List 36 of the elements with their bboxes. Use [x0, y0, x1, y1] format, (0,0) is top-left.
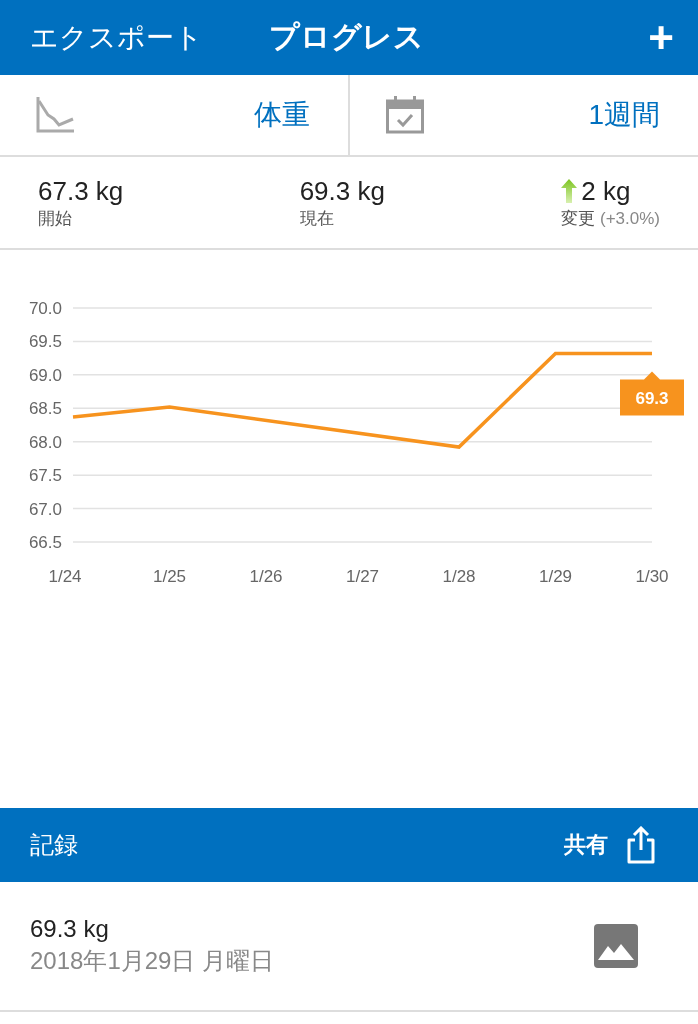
axis-label: 1/24 — [48, 567, 82, 586]
share-icon — [626, 826, 656, 864]
axis-label: 1/29 — [538, 567, 573, 586]
record-value: 69.3 kg — [30, 915, 110, 943]
stat-label: 開始 — [38, 207, 73, 230]
axis-label: 1/28 — [442, 567, 476, 586]
value-tooltip: 69.3 — [620, 371, 684, 416]
stat-value: 2 kg — [581, 175, 631, 207]
axis-label: 1/25 — [152, 567, 187, 586]
axis-label: 67.0 — [28, 499, 62, 519]
axis-label: 1/26 — [249, 567, 283, 586]
trend-chart-icon — [36, 97, 74, 133]
export-button[interactable]: エクスポート — [30, 18, 203, 57]
axis-label: 69.5 — [28, 332, 62, 352]
axis-label: 68.0 — [28, 432, 62, 452]
stat-value: 69.3 kg — [299, 175, 385, 207]
axis-label: 1/27 — [345, 567, 380, 586]
screen-title: プログレス — [269, 19, 425, 55]
stat-label: 変更 (+3.0%) — [561, 207, 660, 230]
share-button[interactable]: 共有 — [564, 826, 656, 864]
axis-label: 67.5 — [28, 466, 62, 486]
up-arrow-icon — [561, 179, 578, 203]
annotation: 69.3 — [635, 389, 669, 409]
calendar-icon — [386, 96, 424, 134]
axis-label: 69.0 — [28, 365, 62, 385]
axis-label: 68.5 — [28, 399, 62, 419]
record-date: 2018年1月29日 月曜日 — [30, 946, 275, 976]
axis-label: 66.5 — [28, 533, 62, 552]
stat-value: 67.3 kg — [38, 175, 124, 207]
axis-label: 70.0 — [28, 299, 62, 318]
records-title: 記録 — [30, 830, 78, 860]
stat-label: 現在 — [299, 207, 335, 230]
record-row[interactable]: 69.3 kg 2018年1月29日 月曜日 — [0, 882, 698, 1012]
image-icon — [594, 924, 638, 968]
add-button[interactable]: + — [648, 15, 674, 60]
axis-label: 1/30 — [635, 567, 669, 586]
